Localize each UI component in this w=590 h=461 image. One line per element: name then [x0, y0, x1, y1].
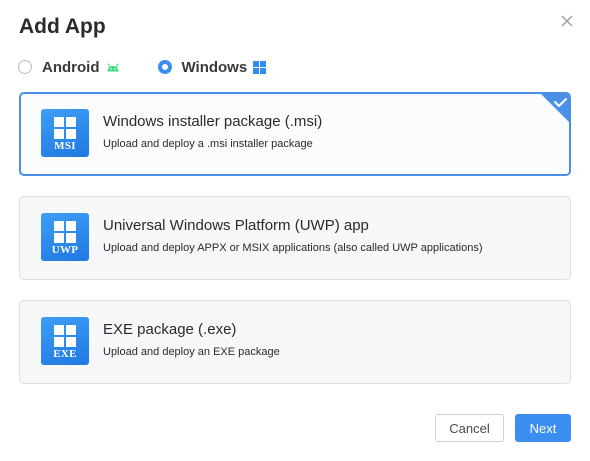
selected-check-icon: [541, 94, 569, 122]
package-badge: MSI: [54, 140, 76, 152]
package-title: Universal Windows Platform (UWP) app: [103, 217, 369, 234]
platform-option-windows[interactable]: Windows: [157, 58, 267, 76]
package-description: Upload and deploy APPX or MSIX applicati…: [103, 242, 483, 254]
package-card-msi[interactable]: MSI Windows installer package (.msi) Upl…: [19, 92, 571, 176]
add-app-dialog: Add App Android Windows MSI Windows inst…: [0, 0, 590, 461]
windows-label: Windows: [181, 58, 248, 76]
package-title: EXE package (.exe): [103, 321, 237, 338]
windows-icon: [253, 60, 267, 74]
cancel-button[interactable]: Cancel: [435, 414, 504, 442]
package-description: Upload and deploy a .msi installer packa…: [103, 138, 313, 150]
dialog-title: Add App: [19, 15, 106, 38]
android-icon: [106, 61, 120, 73]
package-title: Windows installer package (.msi): [103, 113, 323, 130]
package-card-exe[interactable]: EXE EXE package (.exe) Upload and deploy…: [19, 300, 571, 384]
windows-logo-icon: [54, 221, 76, 243]
windows-logo-icon: [54, 325, 76, 347]
package-badge: UWP: [51, 244, 79, 256]
windows-logo-icon: [54, 117, 76, 139]
uwp-package-icon: UWP: [41, 213, 89, 261]
next-button[interactable]: Next: [515, 414, 571, 442]
windows-radio[interactable]: [157, 60, 172, 74]
package-badge: EXE: [53, 348, 77, 360]
package-card-uwp[interactable]: UWP Universal Windows Platform (UWP) app…: [19, 196, 571, 280]
android-label: Android: [42, 58, 100, 76]
exe-package-icon: EXE: [41, 317, 89, 365]
android-radio[interactable]: [18, 60, 32, 74]
msi-package-icon: MSI: [41, 109, 89, 157]
platform-option-android[interactable]: Android: [18, 59, 120, 76]
platform-radio-group: Android Windows: [18, 56, 267, 78]
close-icon[interactable]: [559, 13, 575, 29]
package-description: Upload and deploy an EXE package: [103, 346, 280, 358]
